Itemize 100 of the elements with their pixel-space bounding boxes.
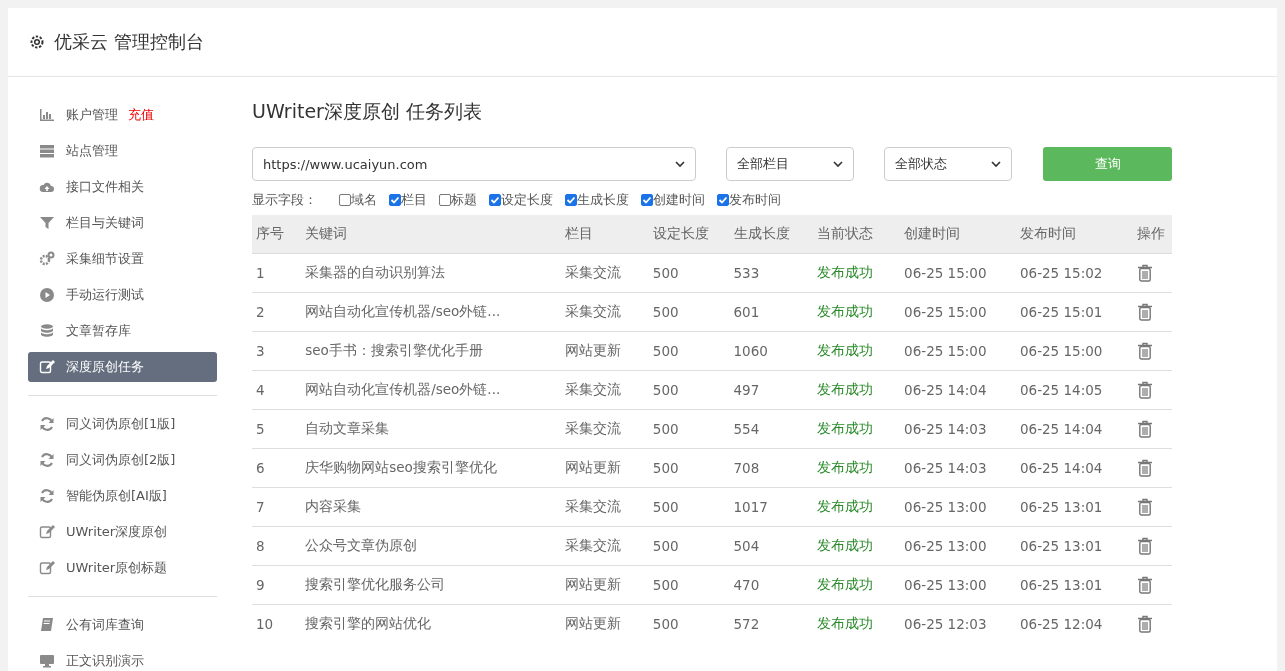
- refresh-icon: [38, 452, 56, 468]
- sidebar-item[interactable]: 同义词伪原创[1版]: [28, 409, 217, 439]
- trash-icon[interactable]: [1137, 264, 1154, 282]
- table-cell: 470: [729, 565, 813, 605]
- table-cell: 采集交流: [561, 409, 649, 449]
- sidebar-item[interactable]: 站点管理: [28, 136, 217, 166]
- sidebar-item[interactable]: 账户管理 充值: [28, 100, 217, 130]
- sidebar-item-label: 深度原创任务: [66, 358, 144, 376]
- column-header: 发布时间: [1015, 215, 1134, 254]
- status-text: 发布成功: [812, 487, 901, 527]
- table-cell: 500: [648, 604, 730, 643]
- sidebar-item[interactable]: UWriter原创标题: [28, 553, 217, 583]
- trash-icon[interactable]: [1137, 342, 1154, 360]
- table-cell: 庆华购物网站seo搜索引擎优化: [301, 448, 562, 488]
- table-cell: 搜索引擎的网站优化: [301, 604, 562, 643]
- table-cell: 网站更新: [561, 565, 649, 605]
- sidebar-item[interactable]: 文章暂存库: [28, 316, 217, 346]
- sidebar-item-label: UWriter原创标题: [66, 559, 168, 577]
- table-cell: 06-25 15:02: [1015, 253, 1134, 293]
- site-select[interactable]: https://www.ucaiyun.com: [252, 147, 697, 181]
- table-cell: 500: [648, 292, 730, 332]
- sidebar-item-label: UWriter深度原创: [66, 523, 168, 541]
- status-text: 发布成功: [812, 604, 901, 643]
- sidebar-item-label: 同义词伪原创[2版]: [66, 451, 176, 469]
- sidebar-item[interactable]: UWriter深度原创: [28, 517, 217, 547]
- checkbox[interactable]: [389, 194, 401, 206]
- status-select[interactable]: 全部状态: [884, 147, 1013, 181]
- column-header: 设定长度: [648, 215, 730, 254]
- column-header: 关键词: [301, 215, 562, 254]
- column-header: 当前状态: [812, 215, 901, 254]
- column-select[interactable]: 全部栏目: [726, 147, 855, 181]
- table-cell: 1060: [729, 331, 813, 371]
- checkbox[interactable]: [717, 194, 729, 206]
- table-cell: 06-25 14:04: [1015, 448, 1134, 488]
- sidebar-item[interactable]: 正文识别演示: [28, 646, 217, 671]
- trash-icon[interactable]: [1137, 537, 1154, 555]
- table-cell: 06-25 15:00: [900, 331, 1016, 371]
- table-cell: 06-25 14:05: [1015, 370, 1134, 410]
- table-cell: 06-25 13:00: [900, 487, 1016, 527]
- checkbox-label: 域名: [351, 191, 377, 209]
- table-cell: 06-25 15:00: [1015, 331, 1134, 371]
- table-cell: 500: [648, 487, 730, 527]
- column-header: 创建时间: [900, 215, 1016, 254]
- refresh-icon: [38, 416, 56, 432]
- trash-icon[interactable]: [1137, 303, 1154, 321]
- sidebar-item-label: 账户管理: [66, 106, 118, 124]
- sidebar-item[interactable]: 采集细节设置: [28, 244, 217, 274]
- sidebar-item[interactable]: 同义词伪原创[2版]: [28, 445, 217, 475]
- table-cell: 06-25 13:00: [900, 526, 1016, 566]
- checkbox-label: 栏目: [401, 191, 427, 209]
- table-cell: 06-25 12:03: [900, 604, 1016, 643]
- sidebar-item-label: 同义词伪原创[1版]: [66, 415, 176, 433]
- table-cell: 533: [729, 253, 813, 293]
- table-cell: 5: [252, 409, 302, 449]
- sidebar-item-label: 栏目与关键词: [66, 214, 144, 232]
- sidebar-item[interactable]: 公有词库查询: [28, 610, 217, 640]
- play-icon: [38, 287, 56, 303]
- recharge-link[interactable]: 充值: [128, 106, 154, 124]
- app-title: 优采云 管理控制台: [54, 30, 204, 54]
- table-cell: 采集交流: [561, 253, 649, 293]
- trash-icon[interactable]: [1137, 381, 1154, 399]
- table-cell: 3: [252, 331, 302, 371]
- sidebar-item-label: 接口文件相关: [66, 178, 144, 196]
- checkbox[interactable]: [489, 194, 501, 206]
- trash-icon[interactable]: [1137, 459, 1154, 477]
- sidebar-item[interactable]: 智能伪原创[AI版]: [28, 481, 217, 511]
- table-cell: 06-25 13:00: [900, 565, 1016, 605]
- trash-icon[interactable]: [1137, 420, 1154, 438]
- sidebar-item[interactable]: 深度原创任务: [28, 352, 217, 382]
- checkbox[interactable]: [439, 194, 451, 206]
- checkbox[interactable]: [641, 194, 653, 206]
- trash-icon[interactable]: [1137, 576, 1154, 594]
- chevron-down-icon: [675, 160, 686, 168]
- status-text: 发布成功: [812, 409, 901, 449]
- table-cell: 采集器的自动识别算法: [301, 253, 562, 293]
- edit-icon: [38, 524, 56, 540]
- table-cell: 公众号文章伪原创: [301, 526, 562, 566]
- column-header: 操作: [1133, 215, 1172, 254]
- settings-icon: [28, 33, 46, 51]
- table-cell: 网站更新: [561, 448, 649, 488]
- table-cell: 网站更新: [561, 604, 649, 643]
- checkbox[interactable]: [339, 194, 351, 206]
- table-cell: 7: [252, 487, 302, 527]
- sidebar-item[interactable]: 手动运行测试: [28, 280, 217, 310]
- sidebar-item[interactable]: 栏目与关键词: [28, 208, 217, 238]
- trash-icon[interactable]: [1137, 498, 1154, 516]
- checkbox-label: 标题: [451, 191, 477, 209]
- table-cell: 06-25 14:03: [900, 448, 1016, 488]
- monitor-icon: [38, 653, 56, 669]
- bar-chart-icon: [38, 107, 56, 123]
- table-cell: 06-25 14:03: [900, 409, 1016, 449]
- sidebar-item[interactable]: 接口文件相关: [28, 172, 217, 202]
- table-cell: 572: [729, 604, 813, 643]
- checkbox-label: 创建时间: [653, 191, 705, 209]
- status-text: 发布成功: [812, 292, 901, 332]
- status-text: 发布成功: [812, 565, 901, 605]
- sidebar-item-label: 站点管理: [66, 142, 118, 160]
- trash-icon[interactable]: [1137, 615, 1154, 633]
- table-cell: 06-25 15:01: [1015, 292, 1134, 332]
- checkbox[interactable]: [565, 194, 577, 206]
